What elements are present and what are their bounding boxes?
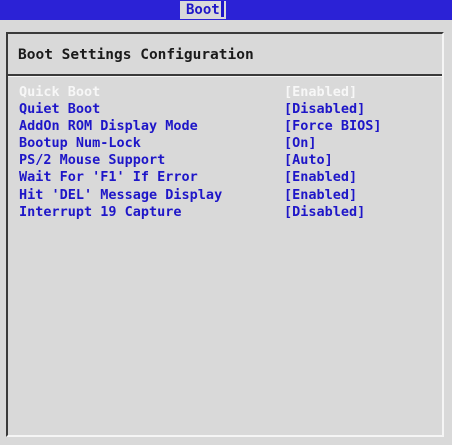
bios-screen: Boot Boot Settings Configuration Quick B… (0, 0, 452, 445)
setting-row-bootup-num-lock[interactable]: Bootup Num-Lock [On] (8, 135, 442, 151)
setting-label: Hit 'DEL' Message Display (19, 186, 223, 203)
setting-row-quiet-boot[interactable]: Quiet Boot [Disabled] (8, 101, 442, 117)
setting-label: PS/2 Mouse Support (19, 152, 166, 169)
setting-label: Quick Boot (19, 84, 101, 100)
boot-settings-panel: Boot Settings Configuration Quick Boot [… (6, 32, 444, 437)
setting-row-interrupt-19-capture[interactable]: Interrupt 19 Capture [Disabled] (8, 204, 442, 220)
tab-boot[interactable]: Boot (180, 1, 226, 19)
tab-boot-label: Boot (186, 2, 220, 18)
menu-bar: Boot (0, 0, 452, 20)
setting-label: Interrupt 19 Capture (19, 203, 182, 220)
setting-value[interactable]: [On] (284, 135, 317, 151)
setting-value[interactable]: [Enabled] (284, 187, 357, 203)
section-divider (8, 74, 442, 77)
setting-label: Bootup Num-Lock (19, 135, 141, 152)
setting-value[interactable]: [Enabled] (284, 84, 357, 100)
settings-list: Quick Boot [Enabled] Quiet Boot [Disable… (8, 84, 442, 221)
setting-value[interactable]: [Disabled] (284, 101, 365, 117)
setting-row-hit-del-message[interactable]: Hit 'DEL' Message Display [Enabled] (8, 187, 442, 203)
setting-label: AddOn ROM Display Mode (19, 118, 198, 135)
setting-value[interactable]: [Force BIOS] (284, 118, 382, 134)
setting-value[interactable]: [Auto] (284, 152, 333, 168)
setting-value[interactable]: [Disabled] (284, 204, 365, 220)
setting-row-wait-for-f1[interactable]: Wait For 'F1' If Error [Enabled] (8, 169, 442, 185)
setting-label: Wait For 'F1' If Error (19, 169, 198, 186)
setting-label: Quiet Boot (19, 101, 101, 118)
section-title: Boot Settings Configuration (18, 47, 254, 63)
setting-value[interactable]: [Enabled] (284, 169, 357, 185)
setting-row-ps2-mouse-support[interactable]: PS/2 Mouse Support [Auto] (8, 152, 442, 168)
text-cursor (220, 1, 224, 17)
setting-row-addon-rom-display-mode[interactable]: AddOn ROM Display Mode [Force BIOS] (8, 118, 442, 134)
setting-row-quick-boot[interactable]: Quick Boot [Enabled] (8, 84, 442, 100)
